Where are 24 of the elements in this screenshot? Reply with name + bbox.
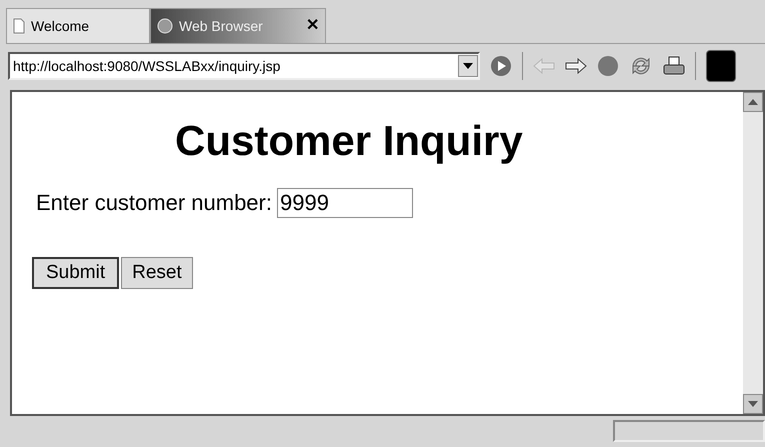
page-icon [13, 18, 25, 34]
scrollbar[interactable] [743, 92, 763, 414]
up-arrow-icon [748, 99, 758, 105]
page-heading: Customer Inquiry [175, 120, 523, 162]
globe-icon [157, 18, 173, 34]
dropdown-button[interactable] [458, 55, 478, 77]
scroll-down-button[interactable] [743, 394, 763, 414]
reset-button[interactable]: Reset [121, 257, 193, 289]
url-field[interactable]: http://localhost:9080/WSSLABxx/inquiry.jsp [8, 52, 480, 80]
caret-icon [463, 63, 473, 69]
stop-icon[interactable] [597, 55, 619, 77]
printer-icon[interactable] [663, 56, 685, 76]
customer-number-field[interactable]: 9999 [276, 188, 413, 218]
tab[interactable]: Web Browser ✕ [150, 8, 326, 44]
scroll-up-button[interactable] [743, 92, 763, 112]
forward-arrow-icon[interactable] [565, 58, 587, 74]
field-label: Enter customer number: [36, 189, 272, 217]
tab[interactable]: Welcome [6, 8, 150, 44]
color-swatch[interactable] [706, 50, 736, 82]
url-text: http://localhost:9080/WSSLABxx/inquiry.jsp [12, 56, 282, 76]
submit-button[interactable]: Submit [32, 257, 120, 289]
close-button[interactable]: ✕ [306, 14, 319, 38]
go-icon[interactable] [490, 55, 512, 77]
down-arrow-icon [748, 401, 758, 407]
